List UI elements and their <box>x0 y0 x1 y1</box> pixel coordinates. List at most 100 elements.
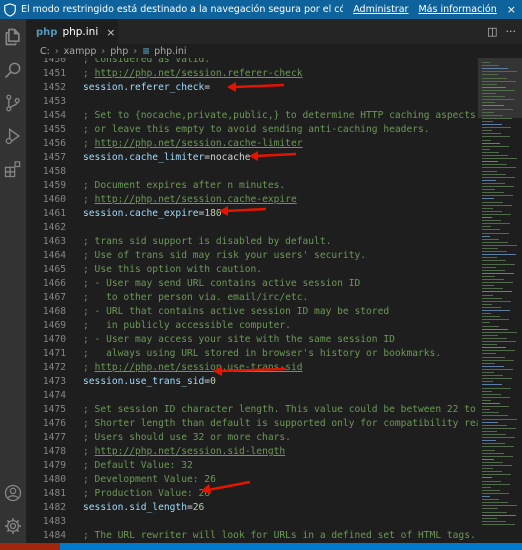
code-link[interactable]: http://php.net/session.referer-check <box>95 68 303 79</box>
minimap-line <box>482 310 510 311</box>
line-number: 1473 <box>42 376 66 387</box>
code-line[interactable]: 1468 ; - URL that contains active session… <box>26 305 478 319</box>
code-token: ; Use of trans sid may risk your users' … <box>83 250 367 261</box>
line-number: 1455 <box>42 124 66 135</box>
line-number: 1470 <box>42 334 66 345</box>
minimap-line <box>482 368 513 370</box>
code-line[interactable]: 1464 ; Use of trans sid may risk your use… <box>26 249 478 263</box>
minimap[interactable] <box>478 58 522 543</box>
code-line[interactable]: 1455 ; or leave this empty to avoid sendi… <box>26 123 478 137</box>
source-control-icon[interactable] <box>3 93 23 113</box>
minimap-line <box>482 77 507 79</box>
line-number: 1484 <box>42 530 66 541</box>
line-number: 1461 <box>42 208 66 219</box>
settings-gear-icon[interactable] <box>3 516 23 536</box>
minimap-line <box>482 465 512 466</box>
minimap-line <box>482 229 500 231</box>
breadcrumb-item-xampp[interactable]: xampp <box>64 46 97 57</box>
code-text: ; Users should use 32 or more chars. <box>83 431 291 445</box>
code-line[interactable]: 1483 <box>26 515 478 529</box>
minimap-line <box>482 263 515 265</box>
learn-more-link[interactable]: Más información <box>418 4 496 15</box>
code-text: session.sid_length=26 <box>83 501 204 515</box>
code-line[interactable]: 1481 ; Production Value: 26 <box>26 487 478 501</box>
code-line[interactable]: 1467 ; to other person via. email/irc/etc… <box>26 291 478 305</box>
minimap-line <box>482 468 493 470</box>
minimap-line <box>482 455 513 457</box>
minimap-line <box>482 375 503 377</box>
minimap-line <box>482 399 491 401</box>
code-token: ; considered as valid. <box>83 58 211 65</box>
code-token: ; Set to {nocache,private,public,} to de… <box>83 110 476 121</box>
code-text: ; to other person via. email/irc/etc. <box>83 291 308 305</box>
code-line[interactable]: 1479 ; Default Value: 32 <box>26 459 478 473</box>
code-line[interactable]: 1474 <box>26 389 478 403</box>
account-icon[interactable] <box>3 483 23 503</box>
code-line[interactable]: 1450 ; considered as valid. <box>26 58 478 67</box>
code-token: ; The URL rewriter will look for URLs in… <box>83 530 476 541</box>
minimap-line <box>482 133 501 135</box>
minimap-line <box>482 452 504 454</box>
code-token: ; or leave this empty to avoid sending a… <box>83 124 430 135</box>
breadcrumb-item-file[interactable]: php.ini <box>154 46 186 57</box>
minimap-line <box>482 337 507 339</box>
tab-close-button[interactable]: × <box>106 26 115 39</box>
code-line[interactable]: 1470 ; - User may access your site with t… <box>26 333 478 347</box>
minimap-line <box>482 306 501 308</box>
code-text: session.use_trans_sid=0 <box>83 375 216 389</box>
minimap-line <box>482 210 502 212</box>
minimap-line <box>482 359 514 361</box>
code-line[interactable]: 1453 <box>26 95 478 109</box>
minimap-line <box>482 334 498 336</box>
minimap-line <box>482 415 508 417</box>
line-number: 1475 <box>42 404 66 415</box>
code-line[interactable]: 1465 ; Use this option with caution. <box>26 263 478 277</box>
banner-close-button[interactable]: × <box>507 3 516 16</box>
manage-link[interactable]: Administrar <box>353 4 408 15</box>
breadcrumb-item-drive[interactable]: C: <box>40 46 50 57</box>
minimap-line <box>482 142 500 144</box>
code-line[interactable]: 1475 ; Set session ID character length. T… <box>26 403 478 417</box>
code-line[interactable]: 1462 <box>26 221 478 235</box>
code-token: ; - User may access your site with the s… <box>83 334 395 345</box>
search-icon[interactable] <box>3 60 23 80</box>
tab-php-ini[interactable]: php php.ini × <box>26 19 118 44</box>
code-line[interactable]: 1473 session.use_trans_sid=0 <box>26 375 478 389</box>
code-line[interactable]: 1471 ; always using URL stored in browser… <box>26 347 478 361</box>
chevron-right-icon: › <box>133 45 138 57</box>
code-line[interactable]: 1480 ; Development Value: 26 <box>26 473 478 487</box>
code-text: ; Development Value: 26 <box>83 473 216 487</box>
files-icon[interactable] <box>3 27 23 47</box>
code-line[interactable]: 1469 ; in publicly accessible computer. <box>26 319 478 333</box>
code-line[interactable]: 1478; http://php.net/session.sid-length <box>26 445 478 459</box>
minimap-line <box>482 279 504 280</box>
line-number: 1480 <box>42 474 66 485</box>
code-line[interactable]: 1477 ; Users should use 32 or more chars. <box>26 431 478 445</box>
code-line[interactable]: 1458 <box>26 165 478 179</box>
code-link[interactable]: http://php.net/session.sid-length <box>95 446 286 457</box>
more-actions-icon[interactable]: ··· <box>506 25 517 38</box>
code-token: ; <box>83 446 95 457</box>
breadcrumb-item-php[interactable]: php <box>110 46 128 57</box>
code-token: session.cache_limiter <box>83 152 205 163</box>
code-editor[interactable]: 1450; considered as valid. 1451; http://p… <box>26 58 478 543</box>
minimap-line <box>482 331 517 333</box>
split-editor-icon[interactable]: ◫ <box>487 25 497 38</box>
code-line[interactable]: 1459 ; Document expires after n minutes. <box>26 179 478 193</box>
run-debug-icon[interactable] <box>3 126 23 146</box>
code-line[interactable]: 1476 ; Shorter length than default is sup… <box>26 417 478 431</box>
code-line[interactable]: 1463 ; trans sid support is disabled by d… <box>26 235 478 249</box>
minimap-line <box>482 344 497 346</box>
restricted-mode-indicator[interactable] <box>0 543 60 550</box>
line-number: 1474 <box>42 390 66 401</box>
breadcrumb: C: › xampp › php › ≡ php.ini <box>26 44 522 58</box>
line-number: 1482 <box>42 502 66 513</box>
code-line[interactable]: 1484 ; The URL rewriter will look for URL… <box>26 529 478 543</box>
code-token: 26 <box>192 502 205 513</box>
extensions-icon[interactable] <box>3 159 23 179</box>
code-line[interactable]: 1466 ; - User may send URL contains activ… <box>26 277 478 291</box>
minimap-line <box>482 322 490 324</box>
code-line[interactable]: 1482 session.sid_length=26 <box>26 501 478 515</box>
minimap-line <box>482 93 496 94</box>
code-line[interactable]: 1454 ; Set to {nocache,private,public,} t… <box>26 109 478 123</box>
